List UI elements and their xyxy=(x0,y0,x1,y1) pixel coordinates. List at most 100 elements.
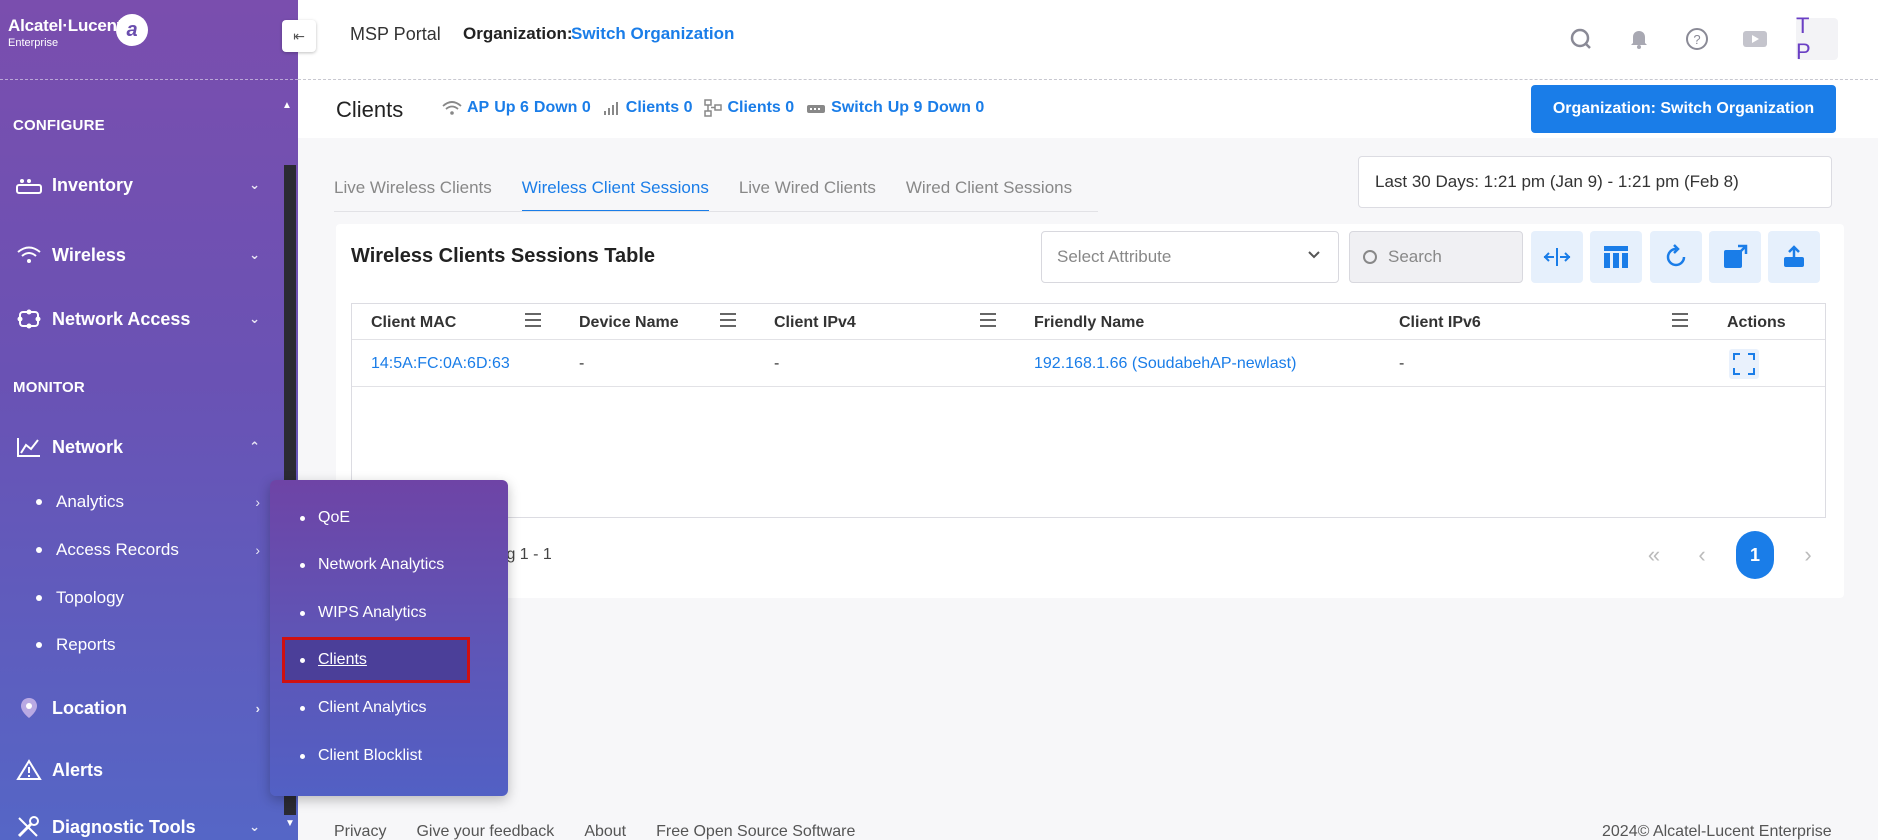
bullet-icon xyxy=(300,657,305,663)
search-input[interactable]: Search xyxy=(1349,231,1523,283)
flyout-item-wips-analytics[interactable]: WIPS Analytics xyxy=(300,599,480,627)
column-header-actions: Actions xyxy=(1727,314,1786,331)
column-header-client-mac[interactable]: Client MAC xyxy=(371,314,456,332)
bell-icon[interactable] xyxy=(1622,22,1656,56)
analytics-flyout-menu: QoE Network Analytics WIPS Analytics Cli… xyxy=(270,480,508,796)
footer-link-feedback[interactable]: Give your feedback xyxy=(416,823,554,840)
flyout-item-client-blocklist[interactable]: Client Blocklist xyxy=(300,742,480,770)
column-layout-button[interactable] xyxy=(1590,231,1642,283)
ap-down-count: Down 0 xyxy=(533,99,591,116)
column-menu-icon[interactable] xyxy=(720,313,736,331)
switch-up-count: Up 9 xyxy=(887,99,923,116)
column-header-client-ipv6[interactable]: Client IPv6 xyxy=(1399,314,1481,332)
column-header-device-name[interactable]: Device Name xyxy=(579,314,679,332)
wireless-clients-status[interactable]: Clients 0 xyxy=(603,99,692,117)
sidebar-sub-reports[interactable]: Reports xyxy=(36,631,260,659)
expand-icon xyxy=(1733,353,1755,375)
footer-link-privacy[interactable]: Privacy xyxy=(334,823,386,840)
sidebar-sub-label: Access Records xyxy=(56,540,179,559)
chevron-up-icon: ⌃ xyxy=(249,439,260,454)
collapse-sidebar-button[interactable]: ⇤ xyxy=(282,20,316,52)
flyout-item-label: WIPS Analytics xyxy=(318,604,427,621)
sidebar-item-network-access[interactable]: Network Access ⌄ xyxy=(14,302,260,336)
portal-name: MSP Portal xyxy=(350,24,441,44)
search-placeholder: Search xyxy=(1388,247,1442,266)
footer-link-open-source[interactable]: Free Open Source Software xyxy=(656,823,855,840)
search-icon[interactable] xyxy=(1564,22,1598,56)
tab-wireless-client-sessions[interactable]: Wireless Client Sessions xyxy=(521,178,709,212)
select-attribute-dropdown[interactable]: Select Attribute xyxy=(1041,231,1339,283)
flyout-item-clients[interactable]: Clients xyxy=(282,637,470,683)
sidebar-sub-topology[interactable]: Topology xyxy=(36,584,260,612)
table-row: 14:5A:FC:0A:6D:63 - - 192.168.1.66 (Soud… xyxy=(352,340,1825,387)
bullet-icon xyxy=(300,705,305,711)
expand-row-button[interactable] xyxy=(1729,349,1759,379)
switch-organization-link[interactable]: Switch Organization xyxy=(571,24,734,44)
sidebar-item-network[interactable]: Network ⌃ xyxy=(14,430,260,464)
sidebar-item-alerts[interactable]: Alerts xyxy=(14,753,260,787)
sidebar-item-label: Alerts xyxy=(52,759,104,780)
column-menu-icon[interactable] xyxy=(525,313,541,331)
copyright: 2024© Alcatel-Lucent Enterprise xyxy=(1602,823,1832,840)
flyout-item-qoe[interactable]: QoE xyxy=(300,504,480,532)
scroll-down-icon[interactable]: ▼ xyxy=(285,818,295,829)
chevron-right-icon: › xyxy=(255,494,260,510)
tab-live-wireless-clients[interactable]: Live Wireless Clients xyxy=(334,178,492,212)
upload-icon xyxy=(1784,245,1804,267)
client-tabs: Live Wireless Clients Wireless Client Se… xyxy=(334,178,1072,212)
pagination: « ‹ 1 › xyxy=(1640,531,1822,579)
sidebar-sub-label: Analytics xyxy=(56,492,125,511)
sidebar-item-label: Inventory xyxy=(52,174,134,195)
column-resize-button[interactable] xyxy=(1531,231,1583,283)
column-menu-icon[interactable] xyxy=(1672,313,1688,331)
ap-status[interactable]: AP Up 6 Down 0 xyxy=(442,99,591,117)
export-button[interactable] xyxy=(1768,231,1820,283)
prev-page-icon[interactable]: ‹ xyxy=(1688,531,1716,579)
scroll-up-icon[interactable]: ▲ xyxy=(282,100,292,111)
chevron-down-icon: ⌄ xyxy=(249,311,260,326)
date-range-picker[interactable]: Last 30 Days: 1:21 pm (Jan 9) - 1:21 pm … xyxy=(1358,156,1832,208)
sidebar-sub-analytics[interactable]: Analytics › xyxy=(36,488,260,516)
header-icons: ? T P xyxy=(1564,13,1838,64)
network-access-icon xyxy=(14,307,44,331)
footer-link-about[interactable]: About xyxy=(584,823,626,840)
sidebar-item-location[interactable]: Location › xyxy=(14,691,260,725)
video-icon[interactable] xyxy=(1738,22,1772,56)
sidebar-sub-access-records[interactable]: Access Records › xyxy=(36,536,260,564)
flyout-item-client-analytics[interactable]: Client Analytics xyxy=(300,694,480,722)
sidebar-item-inventory[interactable]: Inventory ⌄ xyxy=(14,168,260,202)
switch-down-count: Down 0 xyxy=(927,99,985,116)
client-mac-cell[interactable]: 14:5A:FC:0A:6D:63 xyxy=(371,355,510,373)
signal-bars-icon xyxy=(603,102,618,115)
bullet-icon xyxy=(36,642,42,648)
bullet-icon xyxy=(300,610,305,616)
switch-organization-button[interactable]: Organization: Switch Organization xyxy=(1531,85,1836,133)
switch-status[interactable]: Switch Up 9 Down 0 xyxy=(806,99,984,117)
sidebar-sub-label: Topology xyxy=(56,588,125,607)
column-header-friendly-name[interactable]: Friendly Name xyxy=(1034,314,1144,332)
ap-up-count: Up 6 xyxy=(494,99,529,116)
flyout-item-network-analytics[interactable]: Network Analytics xyxy=(300,551,480,579)
tab-live-wired-clients[interactable]: Live Wired Clients xyxy=(739,178,876,212)
current-page-button[interactable]: 1 xyxy=(1736,531,1774,579)
flyout-item-label: Network Analytics xyxy=(318,556,445,573)
next-page-icon[interactable]: › xyxy=(1794,531,1822,579)
sidebar-item-wireless[interactable]: Wireless ⌄ xyxy=(14,238,260,272)
flyout-item-label: Client Blocklist xyxy=(318,747,423,764)
column-header-client-ipv4[interactable]: Client IPv4 xyxy=(774,314,856,332)
open-external-button[interactable] xyxy=(1709,231,1761,283)
tab-wired-client-sessions[interactable]: Wired Client Sessions xyxy=(906,178,1072,212)
sidebar-item-diagnostic-tools[interactable]: Diagnostic Tools ⌄ xyxy=(14,810,260,840)
help-icon[interactable]: ? xyxy=(1680,22,1714,56)
column-menu-icon[interactable] xyxy=(980,313,996,331)
bullet-icon xyxy=(300,753,305,759)
search-icon xyxy=(1363,250,1377,264)
friendly-name-cell[interactable]: 192.168.1.66 (SoudabehAP-newlast) xyxy=(1034,355,1296,373)
first-page-icon[interactable]: « xyxy=(1640,531,1668,579)
brand-logo[interactable]: Alcatel·Lucent Enterprise a xyxy=(8,14,148,49)
user-avatar[interactable]: T P xyxy=(1796,13,1838,64)
inventory-icon xyxy=(14,173,44,197)
refresh-button[interactable] xyxy=(1650,231,1702,283)
sessions-table: Client MAC Device Name Client IPv4 Frien… xyxy=(351,303,1826,518)
wired-clients-status[interactable]: Clients 0 xyxy=(704,99,794,117)
